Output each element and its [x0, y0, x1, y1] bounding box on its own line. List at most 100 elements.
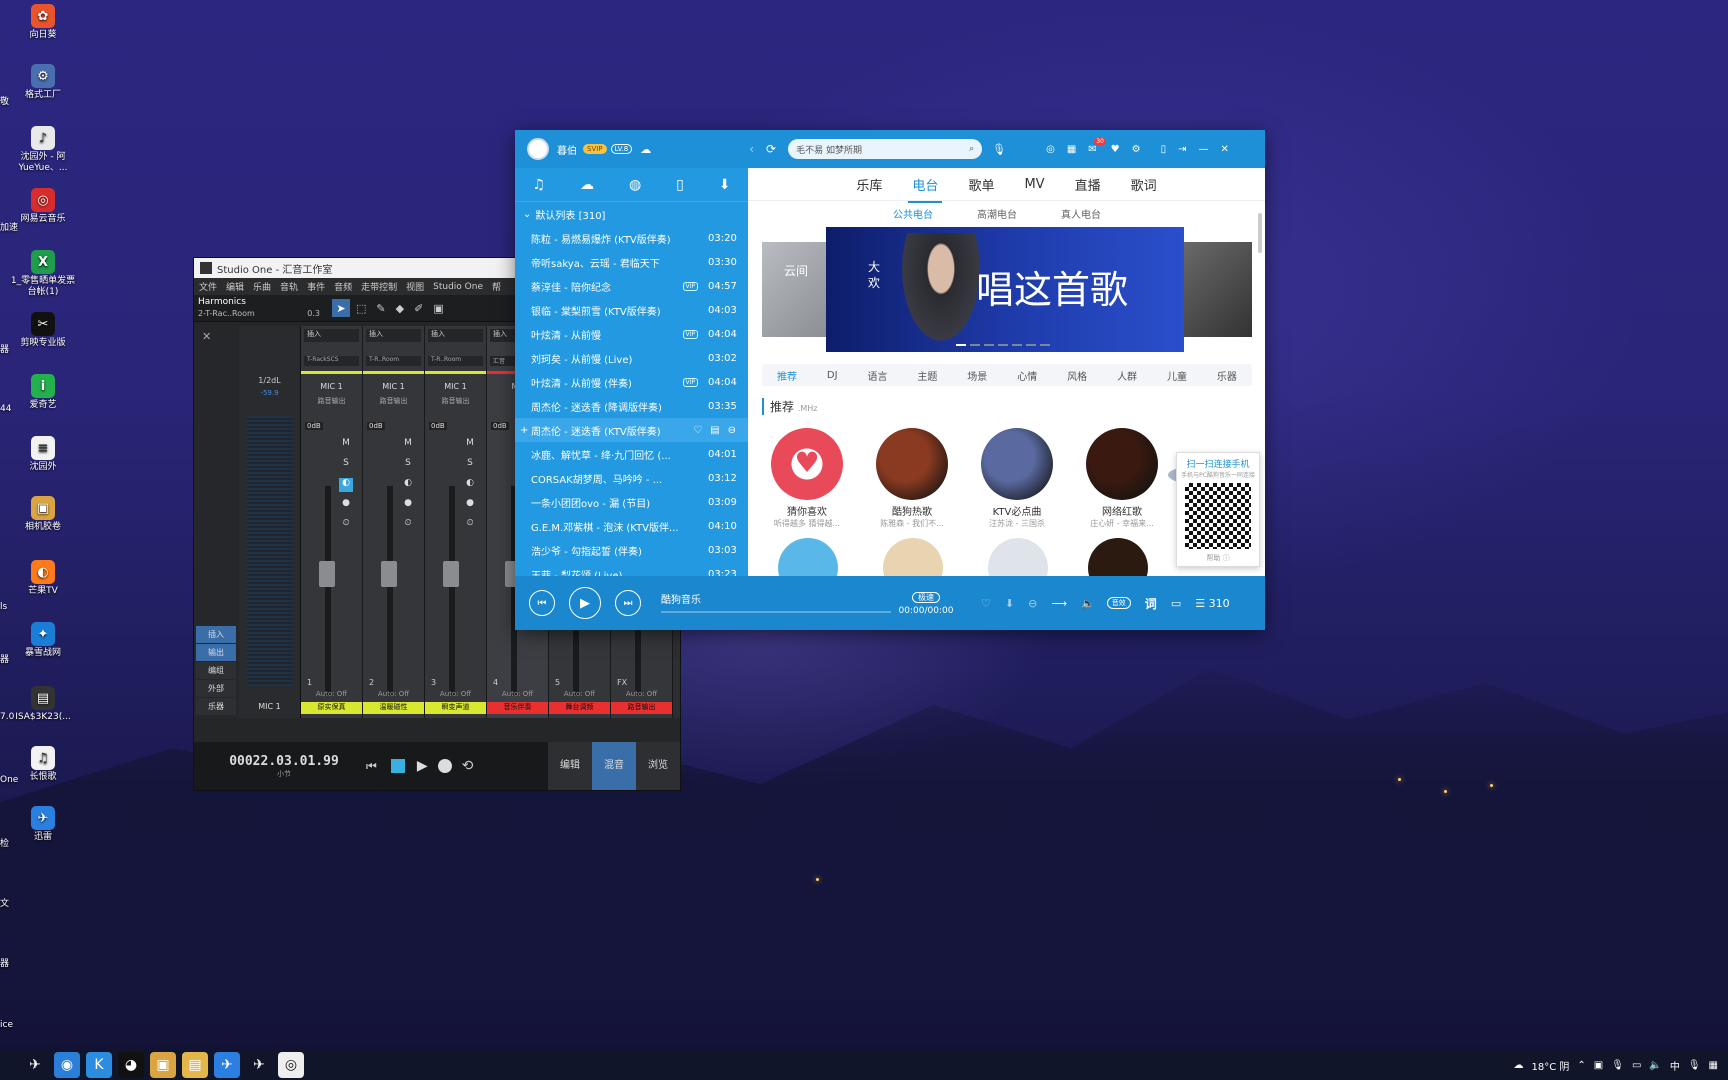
category-item[interactable]: 乐器: [1217, 368, 1237, 383]
monitor-button[interactable]: ◐: [339, 478, 353, 492]
insert-slot[interactable]: 插入: [304, 329, 359, 342]
song-row[interactable]: + 周杰伦 - 迷迭香 (KTV版伴奏) ♡ ▤ ⊖: [515, 418, 748, 442]
category-item[interactable]: 人群: [1117, 368, 1137, 383]
song-row[interactable]: 周杰伦 - 迷迭香 (降调版伴奏) 03:35: [515, 394, 748, 418]
desktop-icon[interactable]: ◐ 芒果TV: [8, 560, 78, 597]
channel-name[interactable]: 温暖磁性: [363, 702, 424, 714]
tab-0[interactable]: 乐库: [856, 175, 882, 194]
mixer-side-button[interactable]: 外部: [196, 680, 236, 697]
comment-icon[interactable]: ▭: [1171, 597, 1181, 610]
play-icon[interactable]: ▶: [417, 758, 428, 774]
studio-menu-item[interactable]: 乐曲: [253, 280, 271, 293]
volume-icon[interactable]: 🔈: [1649, 1060, 1661, 1071]
desktop-icon[interactable]: ▤ ISA$3K23(...: [8, 686, 78, 723]
lyric-button[interactable]: 词: [1145, 595, 1157, 612]
song-row[interactable]: 浩少爷 - 勾指起誓 (伴奏) 03:03: [515, 538, 748, 562]
banner-next[interactable]: [1182, 242, 1252, 337]
more-icon[interactable]: ⊖: [728, 425, 736, 436]
automation-label[interactable]: Auto: Off: [549, 690, 610, 698]
tab-5[interactable]: 歌词: [1131, 175, 1157, 194]
studio-menu-item[interactable]: 事件: [307, 280, 325, 293]
channel-input[interactable]: MIC 1: [301, 382, 362, 391]
mail-icon[interactable]: ✉ 30: [1088, 137, 1106, 155]
automation-label[interactable]: Auto: Off: [363, 690, 424, 698]
studio-menu-item[interactable]: 文件: [199, 280, 217, 293]
automation-label[interactable]: Auto: Off: [425, 690, 486, 698]
sound-effect-button[interactable]: 音效: [1106, 597, 1131, 609]
song-row[interactable]: G.E.M.邓紫棋 - 泡沫 (KTV版伴... 04:10: [515, 514, 748, 538]
fx-slot[interactable]: T-RackSCS: [304, 356, 359, 366]
pencil-tool-icon[interactable]: ✎: [376, 302, 385, 315]
queue-button[interactable]: ☰ 310: [1195, 597, 1229, 610]
solo-button[interactable]: S: [463, 458, 477, 472]
radio-card[interactable]: 网络红歌 庄心妍 - 幸福来...: [1077, 428, 1167, 529]
category-item[interactable]: 场景: [967, 368, 987, 383]
radio-card[interactable]: ♥ 猜你喜欢 听得越多 猜得越...: [762, 428, 852, 529]
desktop-icon[interactable]: ≡ 沈园外: [8, 436, 78, 473]
close-icon[interactable]: ✕: [194, 326, 239, 347]
category-item[interactable]: 风格: [1067, 368, 1087, 383]
studio-menu-item[interactable]: 走带控制: [361, 280, 397, 293]
radio-card[interactable]: KTV必点曲 汪苏泷 - 三国杀: [972, 428, 1062, 529]
insert-slot[interactable]: 插入: [366, 329, 421, 342]
refresh-icon[interactable]: ⟳: [766, 142, 776, 156]
grid-icon[interactable]: ▦: [1709, 1060, 1718, 1071]
channel-db[interactable]: 0dB: [367, 422, 385, 430]
delete-icon[interactable]: ▤: [710, 425, 719, 436]
fx-slot[interactable]: T-R..Room: [428, 356, 483, 366]
desktop-icon[interactable]: ▣ 相机胶卷: [8, 496, 78, 533]
song-row[interactable]: 叶炫清 - 从前慢 VIP 04:04: [515, 322, 748, 346]
network-icon[interactable]: ▭: [1632, 1060, 1641, 1071]
rewind-icon[interactable]: ⏮: [366, 759, 377, 774]
tab-browse[interactable]: 浏览: [636, 742, 680, 790]
tab-2[interactable]: 歌单: [968, 175, 994, 194]
song-row[interactable]: 陈粒 - 易燃易爆炸 (KTV版伴奏) 03:20: [515, 226, 748, 250]
channel-db[interactable]: 0dB: [491, 422, 509, 430]
record-arm-button[interactable]: ●: [463, 498, 477, 512]
qr-popup[interactable]: 扫一扫连接手机 手机与PC酷狗音乐一同连接 帮助 ⓘ: [1176, 452, 1260, 567]
search-input[interactable]: 毛不易 如梦所期 ⌕: [788, 139, 983, 159]
studio-menu-item[interactable]: 帮: [492, 280, 501, 293]
like-icon[interactable]: ♡: [693, 425, 702, 436]
close-icon[interactable]: ✕: [1221, 144, 1229, 155]
tab-mix[interactable]: 混音: [592, 742, 636, 790]
mic2-icon[interactable]: 🎙: [1688, 1060, 1701, 1071]
mute-button[interactable]: M: [401, 438, 415, 452]
qr-help[interactable]: 帮助 ⓘ: [1177, 553, 1259, 563]
song-row[interactable]: 叶炫清 - 从前慢 (伴奏) VIP 04:04: [515, 370, 748, 394]
arrow-tool-icon[interactable]: ➤: [332, 299, 350, 317]
category-item[interactable]: 儿童: [1167, 368, 1187, 383]
user-name[interactable]: 暮伯: [557, 142, 577, 157]
mute-button[interactable]: M: [463, 438, 477, 452]
desktop-icon[interactable]: ✂ 剪映专业版: [8, 312, 78, 349]
skin-icon[interactable]: ♥: [1111, 144, 1120, 155]
ime-indicator[interactable]: 中: [1670, 1058, 1680, 1073]
subtab-1[interactable]: 高潮电台: [977, 206, 1017, 221]
next-button[interactable]: ⏭: [615, 590, 641, 616]
kugou-icon[interactable]: K: [86, 1052, 112, 1078]
record-arm-button[interactable]: ●: [401, 498, 415, 512]
like-icon[interactable]: ♡: [981, 597, 991, 610]
channel-db[interactable]: 0dB: [429, 422, 447, 430]
prev-button[interactable]: ⏮: [529, 590, 555, 616]
tab-1[interactable]: 电台: [908, 175, 943, 203]
song-row[interactable]: 一条小团团ovo - 漏 (节目) 03:09: [515, 490, 748, 514]
timer-icon[interactable]: ⏲: [401, 518, 415, 532]
download-icon[interactable]: ⬇: [1005, 597, 1014, 610]
subtab-2[interactable]: 真人电台: [1061, 206, 1101, 221]
mini-mode-icon[interactable]: ▯: [1161, 144, 1167, 155]
record-icon[interactable]: [437, 759, 452, 773]
tab-3[interactable]: MV: [1024, 177, 1044, 192]
monitor-button[interactable]: ◐: [463, 478, 477, 492]
playlist-header[interactable]: ⌄ 默认列表 [310]: [515, 202, 748, 226]
folder-icon[interactable]: ▤: [182, 1052, 208, 1078]
song-row[interactable]: 蔡淳佳 - 陪你纪念 VIP 04:57: [515, 274, 748, 298]
mute-tool-icon[interactable]: ▣: [433, 302, 443, 315]
subtab-0[interactable]: 公共电台: [893, 206, 933, 221]
timer-icon[interactable]: ⏲: [463, 518, 477, 532]
browser-icon[interactable]: ◉: [54, 1052, 80, 1078]
song-row[interactable]: CORSAK胡梦周、马吟吟 - ... 03:12: [515, 466, 748, 490]
studio-menu-item[interactable]: 音轨: [280, 280, 298, 293]
timer-icon[interactable]: ⏲: [339, 518, 353, 532]
automation-label[interactable]: Auto: Off: [487, 690, 548, 698]
